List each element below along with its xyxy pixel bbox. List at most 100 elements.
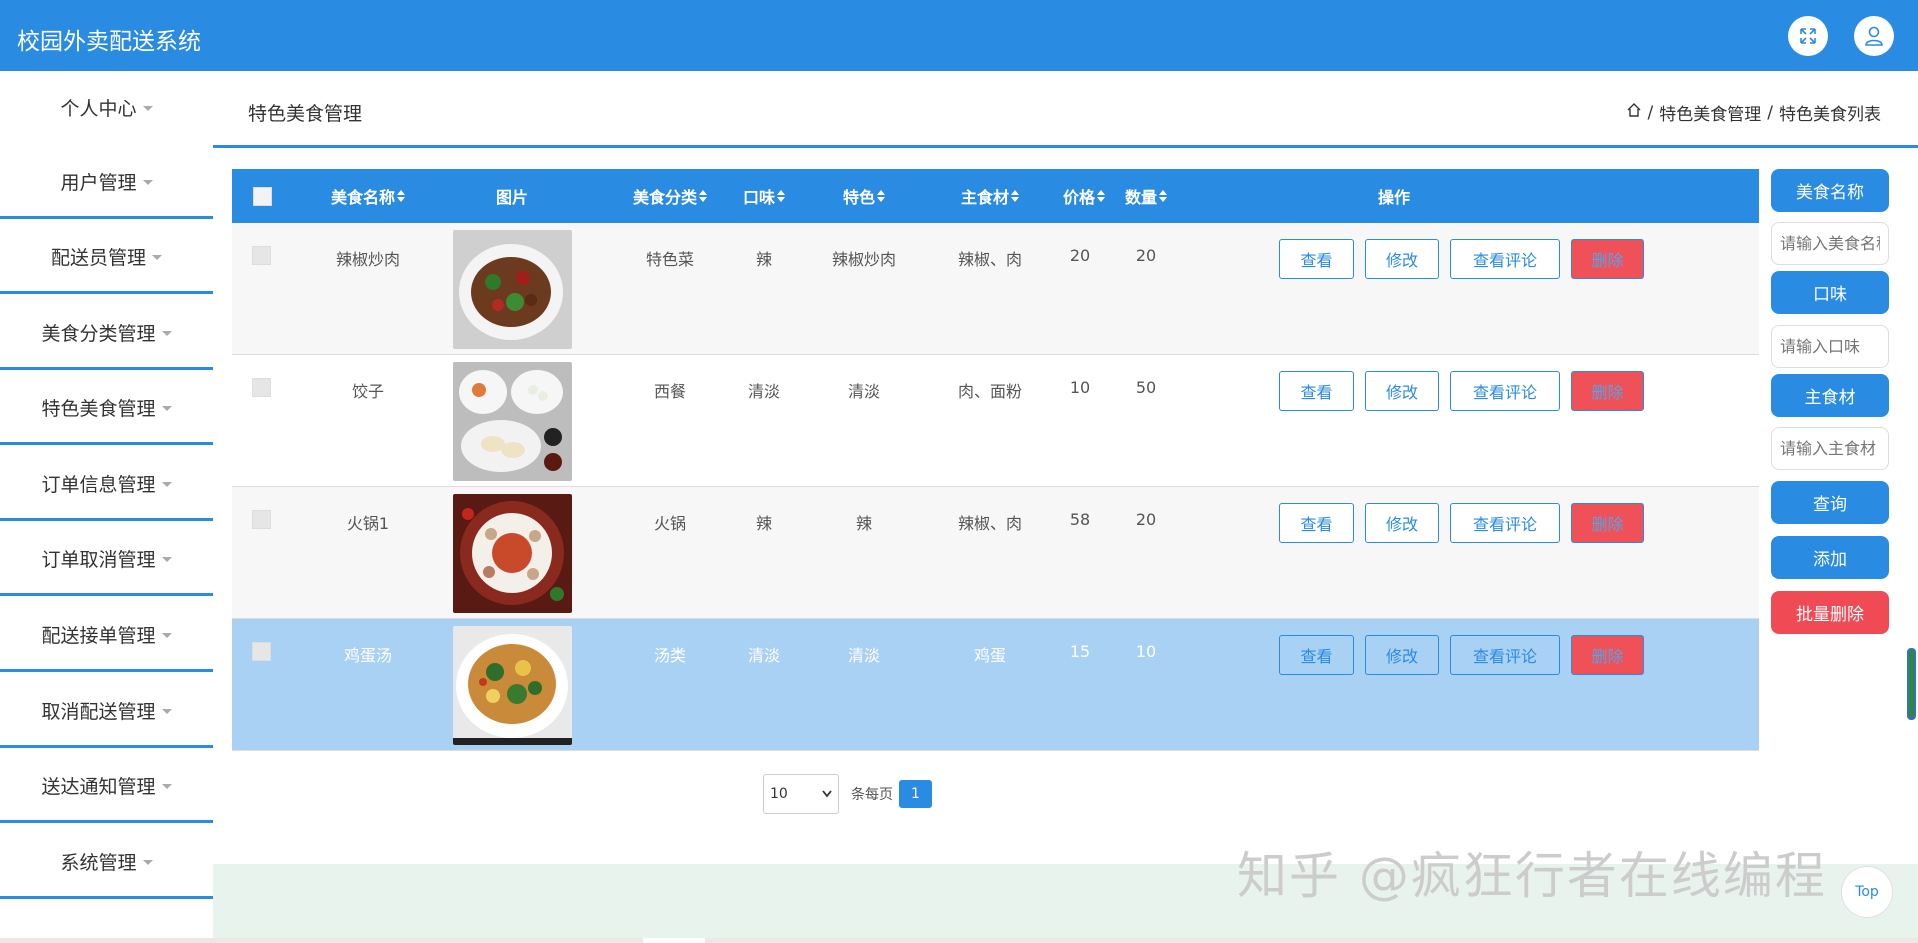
column-header-image: 图片 (495, 188, 528, 207)
column-header-name[interactable]: 美食名称 (304, 169, 432, 223)
sort-icon[interactable] (877, 190, 885, 202)
cell-name: 饺子 (351, 382, 384, 401)
edit-button[interactable]: 修改 (1365, 503, 1439, 543)
breadcrumb-separator: / (1767, 102, 1773, 123)
bottom-edge (0, 938, 1918, 943)
delete-button[interactable]: 删除 (1571, 635, 1644, 675)
sort-icon[interactable] (1159, 190, 1167, 202)
sidebar-item-label: 美食分类管理 (41, 322, 156, 345)
home-icon[interactable] (1626, 102, 1642, 123)
checkbox[interactable] (252, 186, 272, 206)
row-checkbox[interactable] (252, 378, 271, 397)
chevron-down-icon (822, 786, 832, 802)
caret-down-icon (161, 481, 172, 487)
table-row[interactable]: 辣椒炒肉 特色菜 辣 辣椒炒肉 辣椒、肉 20 20 查看 修改 查看评论 删除 (232, 223, 1759, 355)
cell-feature: 辣 (855, 514, 872, 533)
caret-down-icon (142, 179, 153, 185)
column-header-feature[interactable]: 特色 (814, 169, 914, 223)
page-size-select[interactable]: 10 (763, 774, 839, 814)
sidebar-item-label: 配送接单管理 (41, 624, 156, 647)
column-header-ingredient[interactable]: 主食材 (930, 169, 1050, 223)
column-header-taste[interactable]: 口味 (730, 169, 798, 223)
checkbox[interactable] (252, 510, 271, 529)
edit-button[interactable]: 修改 (1365, 635, 1439, 675)
column-header-category[interactable]: 美食分类 (610, 169, 730, 223)
ingredient-input[interactable] (1771, 427, 1889, 470)
caret-down-icon (161, 783, 172, 789)
row-checkbox[interactable] (252, 642, 271, 661)
cell-taste: 辣 (755, 514, 772, 533)
add-button[interactable]: 添加 (1771, 536, 1889, 579)
sidebar-item-special-food[interactable]: 特色美食管理 (0, 372, 213, 445)
cell-ingredient: 鸡蛋 (973, 646, 1006, 665)
sidebar-item-couriers[interactable]: 配送员管理 (0, 221, 213, 294)
cell-price: 15 (1069, 642, 1091, 661)
sidebar-item-system[interactable]: 系统管理 (0, 826, 213, 899)
sidebar: 个人中心 用户管理 配送员管理 美食分类管理 特色美食管理 订单信息管理 订单取… (0, 71, 213, 943)
sort-icon[interactable] (1011, 190, 1019, 202)
bottom-tab (643, 938, 705, 943)
user-icon[interactable] (1854, 16, 1894, 56)
table-row[interactable]: 火锅1 火锅 辣 辣 辣椒、肉 58 20 查看 修改 查看评论 删除 (232, 487, 1759, 619)
cell-category: 汤类 (653, 646, 686, 665)
fullscreen-icon[interactable] (1788, 16, 1828, 56)
query-button[interactable]: 查询 (1771, 481, 1889, 524)
caret-down-icon (161, 405, 172, 411)
food-image (453, 230, 572, 349)
delete-button[interactable]: 删除 (1571, 503, 1644, 543)
ingredient-label: 主食材 (1771, 374, 1889, 417)
table-row[interactable]: 鸡蛋汤 汤类 清淡 清淡 鸡蛋 15 10 查看 修改 查看评论 删除 (232, 619, 1759, 751)
sidebar-item-order-cancellations[interactable]: 订单取消管理 (0, 523, 213, 596)
cell-price: 20 (1069, 246, 1091, 265)
row-checkbox[interactable] (252, 510, 271, 529)
sidebar-item-delivery-accept[interactable]: 配送接单管理 (0, 599, 213, 672)
caret-down-icon (142, 106, 153, 111)
cell-name: 火锅1 (346, 514, 390, 533)
row-checkbox[interactable] (252, 246, 271, 265)
cell-taste: 辣 (755, 250, 772, 269)
back-to-top-button[interactable]: Top (1841, 866, 1893, 918)
scrollbar-thumb[interactable] (1907, 648, 1916, 720)
view-button[interactable]: 查看 (1279, 239, 1354, 279)
taste-input[interactable] (1771, 325, 1889, 368)
view-button[interactable]: 查看 (1279, 371, 1354, 411)
view-comments-button[interactable]: 查看评论 (1450, 371, 1560, 411)
checkbox[interactable] (252, 642, 271, 661)
caret-down-icon (161, 632, 172, 638)
select-all-checkbox[interactable] (252, 169, 272, 223)
breadcrumb: / 特色美食管理 / 特色美食列表 (1626, 100, 1881, 125)
edit-button[interactable]: 修改 (1365, 239, 1439, 279)
sort-icon[interactable] (397, 190, 405, 202)
cell-name: 辣椒炒肉 (335, 250, 400, 269)
view-comments-button[interactable]: 查看评论 (1450, 635, 1560, 675)
batch-delete-button[interactable]: 批量删除 (1771, 591, 1889, 634)
page-title: 特色美食管理 (248, 103, 363, 125)
view-button[interactable]: 查看 (1279, 503, 1354, 543)
sort-icon[interactable] (777, 190, 785, 202)
sidebar-item-food-categories[interactable]: 美食分类管理 (0, 297, 213, 370)
checkbox[interactable] (252, 378, 271, 397)
sidebar-item-cancel-delivery[interactable]: 取消配送管理 (0, 675, 213, 748)
sidebar-item-orders[interactable]: 订单信息管理 (0, 448, 213, 521)
sort-icon[interactable] (1097, 190, 1105, 202)
edit-button[interactable]: 修改 (1365, 371, 1439, 411)
page-button-current[interactable]: 1 (899, 780, 932, 808)
sort-icon[interactable] (699, 190, 707, 202)
sidebar-item-users[interactable]: 用户管理 (0, 146, 213, 219)
breadcrumb-item-special-food[interactable]: 特色美食管理 (1659, 100, 1761, 125)
sidebar-item-delivery-notices[interactable]: 送达通知管理 (0, 750, 213, 823)
caret-down-icon (161, 556, 172, 562)
sidebar-item-label: 个人中心 (60, 98, 137, 120)
sidebar-item-personal-center[interactable]: 个人中心 (0, 71, 213, 144)
cell-feature: 清淡 (847, 382, 880, 401)
column-header-quantity[interactable]: 数量 (1108, 169, 1184, 223)
checkbox[interactable] (252, 246, 271, 265)
delete-button[interactable]: 删除 (1571, 239, 1644, 279)
delete-button[interactable]: 删除 (1571, 371, 1644, 411)
view-comments-button[interactable]: 查看评论 (1450, 239, 1560, 279)
sidebar-item-label: 订单信息管理 (41, 473, 156, 496)
view-button[interactable]: 查看 (1279, 635, 1354, 675)
food-name-input[interactable] (1771, 222, 1889, 265)
table-row[interactable]: 饺子 西餐 清淡 清淡 肉、面粉 10 50 查看 修改 查看评论 删除 (232, 355, 1759, 487)
view-comments-button[interactable]: 查看评论 (1450, 503, 1560, 543)
